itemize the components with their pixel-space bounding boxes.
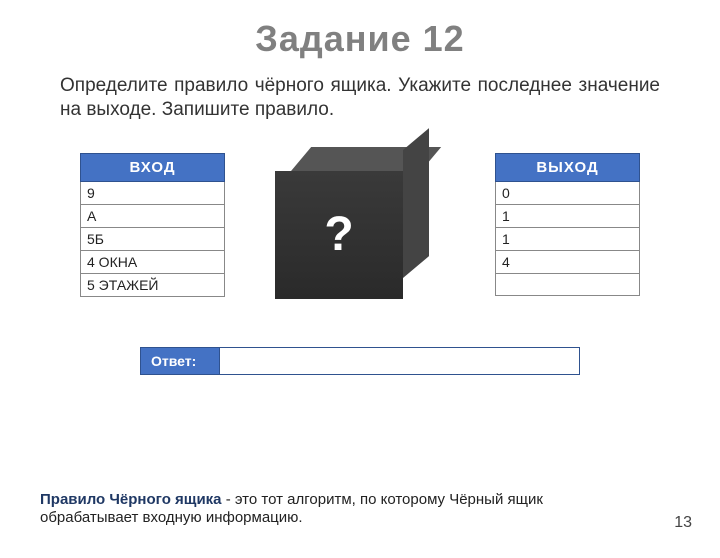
input-header: ВХОД — [81, 153, 225, 181]
page-title: Задание 12 — [0, 18, 720, 60]
footnote-term: Правило Чёрного ящика — [40, 491, 222, 508]
content-area: ВХОД 9 А 5Б 4 ОКНА 5 ЭТАЖЕЙ ? ВЫХОД 0 1 … — [0, 153, 720, 307]
input-cell: 5Б — [81, 227, 225, 250]
task-prompt: Определите правило чёрного ящика. Укажит… — [60, 74, 660, 123]
output-header: ВЫХОД — [496, 153, 640, 181]
output-cell: 0 — [496, 181, 640, 204]
output-table: ВЫХОД 0 1 1 4 — [495, 153, 640, 296]
input-cell: 5 ЭТАЖЕЙ — [81, 273, 225, 296]
footnote: Правило Чёрного ящика - это тот алгоритм… — [40, 491, 550, 529]
answer-row: Ответ: — [140, 347, 580, 375]
cube-side-face — [403, 128, 429, 278]
cube-front-face: ? — [275, 171, 403, 299]
question-mark-icon: ? — [324, 207, 353, 262]
input-cell: А — [81, 204, 225, 227]
output-cell — [496, 273, 640, 295]
black-box-cube: ? — [275, 147, 445, 307]
input-cell: 9 — [81, 181, 225, 204]
input-table: ВХОД 9 А 5Б 4 ОКНА 5 ЭТАЖЕЙ — [80, 153, 225, 297]
output-cell: 1 — [496, 227, 640, 250]
answer-input[interactable] — [220, 347, 580, 375]
output-cell: 1 — [496, 204, 640, 227]
answer-label: Ответ: — [140, 347, 220, 375]
input-cell: 4 ОКНА — [81, 250, 225, 273]
output-cell: 4 — [496, 250, 640, 273]
page-number: 13 — [674, 514, 692, 532]
